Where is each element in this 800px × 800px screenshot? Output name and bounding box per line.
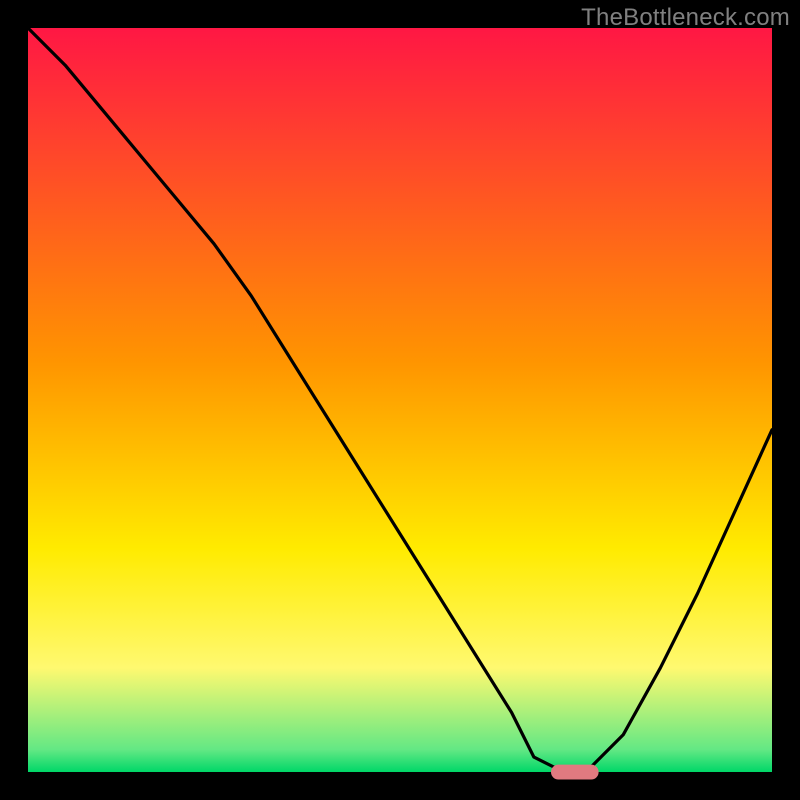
selected-point-marker (551, 765, 599, 780)
watermark-text: TheBottleneck.com (581, 4, 790, 32)
chart-svg (0, 0, 800, 800)
plot-background (28, 28, 772, 772)
chart-container: TheBottleneck.com (0, 0, 800, 800)
